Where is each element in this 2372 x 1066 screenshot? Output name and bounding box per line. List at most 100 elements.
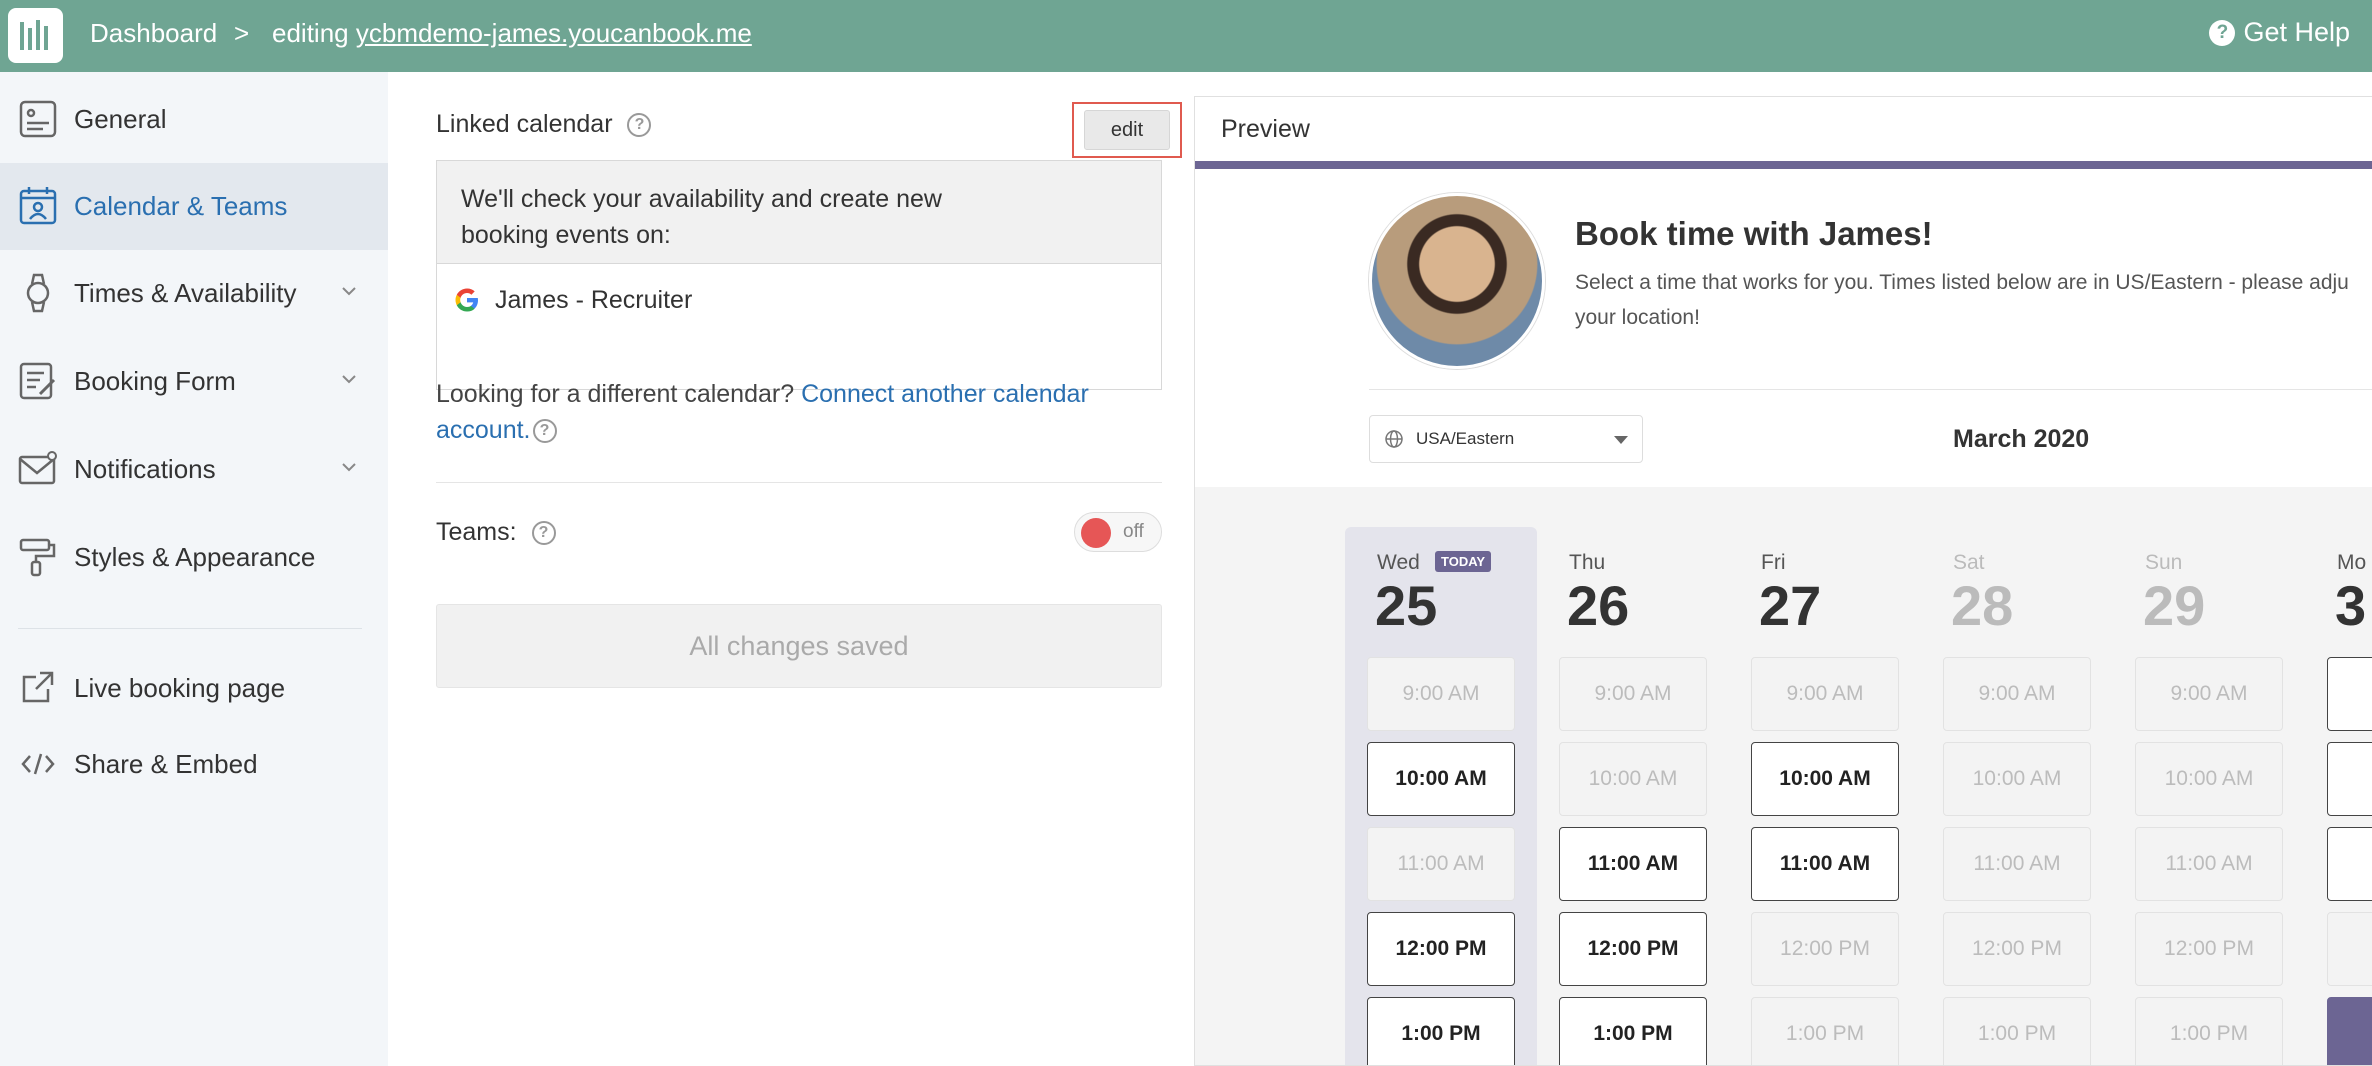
timezone-value: USA/Eastern: [1416, 429, 1515, 448]
day-name: Mo: [2337, 551, 2367, 574]
sidebar-item-label: Booking Form: [74, 366, 236, 396]
time-slot[interactable]: 11: [2327, 827, 2372, 901]
time-slot: 10:00 AM: [1559, 742, 1707, 816]
edit-calendar-button[interactable]: edit: [1084, 110, 1170, 150]
time-slot: 9:00 AM: [2135, 657, 2283, 731]
caret-down-icon: [1614, 436, 1628, 444]
calendar-settings-panel: Linked calendar ? edit We'll check your …: [388, 72, 1194, 1066]
chevron-down-icon[interactable]: [338, 280, 360, 302]
top-bar: Dashboard > editing ycbmdemo-james.youca…: [0, 0, 2372, 72]
day-number: 26: [1567, 574, 1630, 637]
sidebar-item-notifications[interactable]: Notifications: [0, 426, 388, 513]
linked-calendar-box-heading: We'll check your availability and create…: [437, 161, 1161, 264]
time-slot: 10:00 AM: [1943, 742, 2091, 816]
time-slot[interactable]: 11:00 AM: [1559, 827, 1707, 901]
availability-calendar: Wed TODAY 25 9:00 AM 10:00 AM 11:00 AM 12:00 P…: [1195, 487, 2372, 1065]
sidebar-item-label: Calendar & Teams: [74, 191, 288, 221]
form-icon: [19, 362, 56, 400]
save-status-button: All changes saved: [436, 604, 1162, 688]
linked-calendar-heading: Linked calendar ?: [436, 110, 652, 139]
host-avatar: [1369, 193, 1545, 369]
help-question-icon[interactable]: ?: [531, 521, 556, 546]
linked-calendar-box: We'll check your availability and create…: [436, 160, 1162, 390]
day-column: Sat 28 9:00 AM 10:00 AM 11:00 AM 12:00 PM 1:00…: [1921, 527, 2113, 1065]
toggle-state: off: [1123, 521, 1144, 542]
day-column: Thu 26 9:00 AM 10:00 AM 11:00 AM 12:00 PM 1:00…: [1537, 527, 1729, 1065]
booking-preview: Preview Book time with James! Select a t…: [1194, 96, 2372, 1066]
day-name: Thu: [1569, 551, 1606, 574]
linked-calendar-row: James - Recruiter: [437, 264, 1161, 336]
time-slot[interactable]: 12:00 PM: [1559, 912, 1707, 986]
time-slot: 10:00 AM: [2135, 742, 2283, 816]
time-slot: 12:00 PM: [1751, 912, 1899, 986]
timezone-select[interactable]: USA/Eastern: [1369, 415, 1643, 463]
app-logo[interactable]: [8, 8, 63, 63]
sidebar-item-general[interactable]: General: [0, 76, 388, 163]
sidebar-item-label: Styles & Appearance: [74, 542, 316, 572]
time-slot[interactable]: 1:00 PM: [1367, 997, 1515, 1065]
time-slot[interactable]: 12:00 PM: [1367, 912, 1515, 986]
sidebar-item-label: Share & Embed: [74, 749, 258, 779]
google-icon: [455, 288, 478, 312]
editing-prefix: editing: [272, 18, 349, 48]
toggle-knob: [1081, 518, 1111, 548]
day-number: 29: [2143, 574, 2206, 637]
day-name: Sun: [2145, 551, 2183, 574]
time-slot: 9:00 AM: [1751, 657, 1899, 731]
time-slot: 1:00 PM: [1751, 997, 1899, 1065]
chevron-right-icon: >: [234, 18, 250, 48]
booking-description: Select a time that works for you. Times …: [1575, 271, 2349, 329]
time-slot: 12:00 PM: [2135, 912, 2283, 986]
sidebar-item-booking-form[interactable]: Booking Form: [0, 338, 388, 425]
help-question-icon[interactable]: ?: [532, 419, 557, 444]
time-slot[interactable]: 11:00 AM: [1751, 827, 1899, 901]
breadcrumb-dashboard[interactable]: Dashboard: [90, 18, 217, 49]
teams-toggle[interactable]: off: [1074, 512, 1162, 552]
day-column: Wed TODAY 25 9:00 AM 10:00 AM 11:00 AM 12:00 P…: [1345, 527, 1537, 1065]
code-icon: [21, 753, 55, 775]
time-slot[interactable]: 10:00 AM: [1367, 742, 1515, 816]
time-slot: 9:00 AM: [1559, 657, 1707, 731]
sidebar-item-label: Live booking page: [74, 673, 286, 703]
globe-icon: [1385, 430, 1403, 448]
time-slot: 9:00 AM: [1943, 657, 2091, 731]
day-name: Sat: [1953, 551, 1985, 574]
sidebar-item-styles-appearance[interactable]: Styles & Appearance: [0, 514, 388, 601]
time-slot[interactable]: 1:00 PM: [1559, 997, 1707, 1065]
time-slot[interactable]: 10:00 AM: [1751, 742, 1899, 816]
time-slot: 1:00 PM: [1943, 997, 2091, 1065]
logo-icon: [20, 20, 48, 50]
availability-text: We'll check your availability and create…: [461, 185, 942, 249]
chevron-down-icon[interactable]: [338, 456, 360, 478]
sidebar-item-label: Times & Availability: [74, 278, 297, 308]
chevron-down-icon[interactable]: [338, 368, 360, 390]
section-divider: [436, 482, 1162, 483]
get-help-button[interactable]: ? Get Help: [2209, 17, 2350, 48]
time-slot[interactable]: 1: [2327, 997, 2372, 1065]
sidebar-item-label: General: [74, 104, 167, 134]
booking-page-link[interactable]: ycbmdemo-james.youcanbook.me: [356, 18, 752, 48]
sidebar-item-share-embed[interactable]: Share & Embed: [0, 721, 388, 808]
sidebar-item-times-availability[interactable]: Times & Availability: [0, 250, 388, 337]
day-column: Sun 29 9:00 AM 10:00 AM 11:00 AM 12:00 PM 1:00…: [2113, 527, 2305, 1065]
mail-icon: [18, 451, 57, 485]
time-slot: 1:00 PM: [2135, 997, 2283, 1065]
time-slot: 9:00 AM: [1367, 657, 1515, 731]
time-slot[interactable]: 10: [2327, 742, 2372, 816]
paint-roller-icon: [19, 538, 56, 577]
month-label: March 2020: [1953, 425, 2090, 453]
sidebar-item-live-booking-page[interactable]: Live booking page: [0, 645, 388, 732]
time-slot[interactable]: 9: [2327, 657, 2372, 731]
help-question-icon[interactable]: ?: [627, 113, 652, 138]
day-number: 27: [1759, 574, 1822, 637]
sidebar-item-calendar-teams[interactable]: Calendar & Teams: [0, 163, 388, 250]
sidebar: General Calendar & Teams Times & Availab…: [0, 72, 388, 1066]
sidebar-divider: [18, 628, 362, 629]
teams-label: Teams:: [436, 518, 517, 546]
booking-title: Book time with James!: [1575, 215, 1933, 252]
external-link-icon: [22, 671, 54, 703]
time-slot: 11:00 AM: [1943, 827, 2091, 901]
different-calendar-prompt: Looking for a different calendar?: [436, 380, 795, 408]
linked-calendar-label: Linked calendar: [436, 110, 613, 138]
time-slot: 12:00 PM: [1943, 912, 2091, 986]
